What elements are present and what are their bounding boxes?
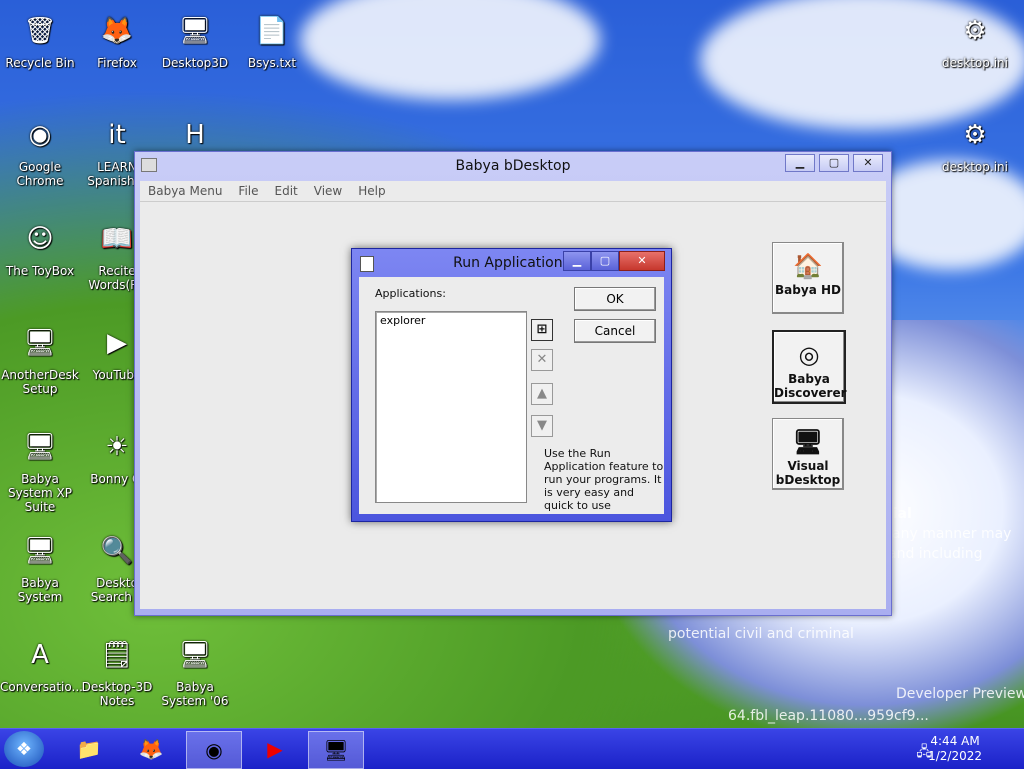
- recycle-bin-icon: 🗑: [23, 16, 57, 46]
- settings-file-icon: ⚙: [963, 16, 987, 46]
- dialog-close-button[interactable]: ✕: [619, 251, 665, 271]
- clock-date: 1/2/2022: [928, 749, 982, 763]
- move-up-button[interactable]: ▲: [531, 383, 553, 405]
- firefox-icon: 🦊: [100, 16, 134, 46]
- wallpaper-text-6: 64.fbl_leap.11080...959cf9...: [728, 708, 929, 724]
- taskbar-clock[interactable]: 4:44 AM 1/2/2022: [928, 734, 982, 764]
- desktop-icon-babya-system[interactable]: 🖥 Babya System: [0, 528, 80, 604]
- folder-icon: 📁: [76, 737, 102, 761]
- monitor-icon: 🖥: [178, 640, 212, 670]
- monitor-icon: 🖥: [792, 428, 824, 456]
- taskbar-youtube[interactable]: ▶: [248, 731, 302, 767]
- taskbar: ❖ 📁 🦊 ◉ ▶ 🖥 🖧 4:44 AM 1/2/2022: [0, 728, 1024, 769]
- applications-list[interactable]: explorer: [375, 311, 527, 503]
- chrome-icon: ◉: [205, 738, 223, 762]
- dialog-minimize-button[interactable]: ▁: [563, 251, 591, 271]
- settings-file-icon: ⚙: [963, 120, 987, 150]
- desktop-icon-google-chrome[interactable]: ◉ Google Chrome: [0, 112, 80, 188]
- menu-view[interactable]: View: [314, 184, 342, 198]
- start-button[interactable]: ❖: [4, 731, 44, 767]
- minimize-button[interactable]: ▁: [785, 154, 815, 172]
- window-title: Babya bDesktop: [455, 158, 571, 174]
- desktop-icon-firefox[interactable]: 🦊 Firefox: [77, 8, 157, 70]
- taskbar-chrome[interactable]: ◉: [186, 731, 242, 769]
- visual-bdesktop-button[interactable]: 🖥 Visual bDesktop: [772, 418, 844, 490]
- wallpaper-text-4: potential civil and criminal: [668, 626, 854, 642]
- window-titlebar[interactable]: Babya bDesktop ▁ ▢ ✕: [135, 152, 891, 180]
- monitor-icon: 🖥: [323, 738, 349, 762]
- desktop-icon-babya-06[interactable]: 🖥 Babya System '06: [155, 632, 235, 708]
- menu-babya-menu[interactable]: Babya Menu: [148, 184, 222, 198]
- applications-label: Applications:: [375, 287, 446, 300]
- desktop-icon-bsys-txt[interactable]: 📄 Bsys.txt: [232, 8, 312, 70]
- smiley-icon: ☺: [26, 224, 54, 254]
- add-application-button[interactable]: ⊞: [531, 319, 553, 341]
- menu-help[interactable]: Help: [358, 184, 385, 198]
- clock-time: 4:44 AM: [930, 734, 980, 748]
- desktop-icon-desktop3d-notes[interactable]: 🗒 Desktop-3D Notes: [77, 632, 157, 708]
- wallpaper-text-5: Developer Preview: [896, 686, 1024, 702]
- monitor-icon: 🖥: [178, 16, 212, 46]
- list-item[interactable]: explorer: [376, 312, 526, 329]
- dialog-hint-text: Use the Run Application feature to run y…: [544, 447, 664, 512]
- setup-icon: 🖥: [23, 328, 57, 358]
- chrome-icon: ◉: [28, 120, 52, 150]
- desktop-icon-conversation[interactable]: A Conversatio...: [0, 632, 83, 694]
- discoverer-icon: ◎: [798, 341, 820, 369]
- monitor-icon: 🖥: [23, 536, 57, 566]
- wallpaper-text-3: and including: [888, 546, 983, 562]
- menu-edit[interactable]: Edit: [275, 184, 298, 198]
- desktop-icon-babya-xp-suite[interactable]: 🖥 Babya System XP Suite: [0, 424, 80, 514]
- babya-discoverer-button[interactable]: ◎ Babya Discoverer: [772, 330, 847, 404]
- monitor-icon: 🖥: [23, 432, 57, 462]
- remove-application-button[interactable]: ✕: [531, 349, 553, 371]
- desktop-icon-desktop3d[interactable]: 🖥 Desktop3D: [155, 8, 235, 70]
- desktop-icon-recycle-bin[interactable]: 🗑 Recycle Bin: [0, 8, 80, 70]
- dialog-body: Applications: explorer ⊞ ✕ ▲ ▼ OK Cancel…: [359, 277, 664, 514]
- desktop-icon-toybox[interactable]: ☺ The ToyBox: [0, 216, 80, 278]
- menu-file[interactable]: File: [238, 184, 258, 198]
- cancel-button[interactable]: Cancel: [574, 319, 656, 343]
- move-down-button[interactable]: ▼: [531, 415, 553, 437]
- babya-hd-button[interactable]: 🏠 Babya HD: [772, 242, 844, 314]
- taskbar-babya-bdesktop[interactable]: 🖥: [308, 731, 364, 769]
- windows-logo-icon: ❖: [15, 738, 33, 760]
- dialog-titlebar[interactable]: Run Applications ▁ ▢ ✕: [352, 249, 671, 277]
- notes-icon: 🗒: [100, 640, 134, 670]
- text-file-icon: 📄: [255, 16, 289, 46]
- dialog-maximize-button[interactable]: ▢: [591, 251, 619, 271]
- run-applications-dialog: Run Applications ▁ ▢ ✕ Applications: exp…: [351, 248, 672, 522]
- ok-button[interactable]: OK: [574, 287, 656, 311]
- youtube-icon: ▶: [267, 737, 283, 761]
- desktop-icon-desktop-ini-2[interactable]: ⚙ desktop.ini: [935, 112, 1015, 174]
- desktop-icon-desktop-ini-1[interactable]: ⚙ desktop.ini: [935, 8, 1015, 70]
- firefox-icon: 🦊: [138, 737, 164, 761]
- wallpaper-text-2: any manner may: [892, 526, 1012, 542]
- menu-bar: Babya Menu File Edit View Help: [140, 181, 886, 202]
- maximize-button[interactable]: ▢: [819, 154, 849, 172]
- home-icon: 🏠: [793, 252, 823, 280]
- conversation-icon: A: [31, 640, 49, 670]
- taskbar-explorer[interactable]: 📁: [62, 731, 116, 767]
- taskbar-firefox[interactable]: 🦊: [124, 731, 178, 767]
- close-button[interactable]: ✕: [853, 154, 883, 172]
- desktop-icon-anotherdesk-setup[interactable]: 🖥 AnotherDesk Setup: [0, 320, 80, 396]
